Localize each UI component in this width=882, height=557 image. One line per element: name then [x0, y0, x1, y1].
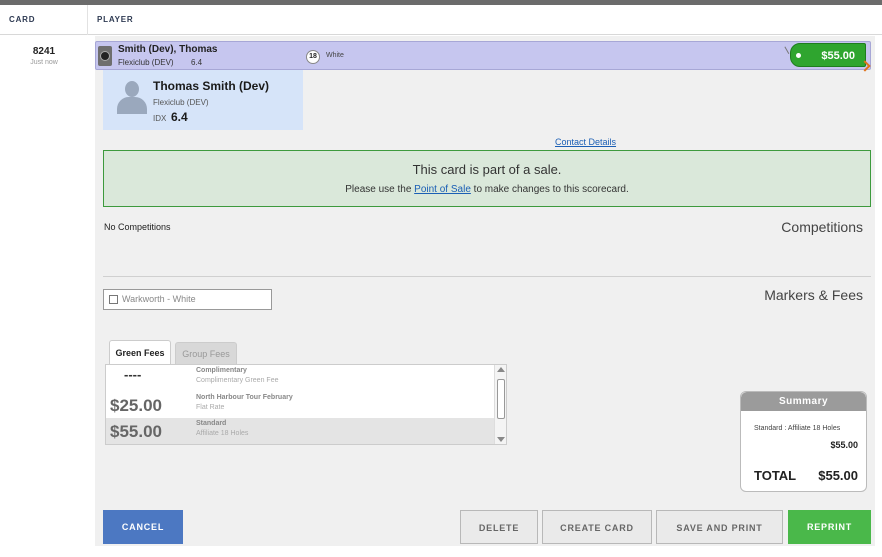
- fee-price: $25.00: [110, 396, 162, 415]
- card-column: 8241 Just now: [0, 36, 95, 557]
- markers-fees-title: Markers & Fees: [764, 287, 863, 303]
- section-divider: [103, 276, 871, 277]
- competitions-title: Competitions: [781, 219, 863, 235]
- sale-notice-prefix: Please use the: [345, 184, 415, 195]
- scroll-down-icon[interactable]: [497, 437, 505, 442]
- table-header: CARD PLAYER: [0, 5, 882, 35]
- player-row-name: Smith (Dev), Thomas: [118, 44, 218, 55]
- fee-desc: Flat Rate: [196, 404, 225, 411]
- player-card-idx-value: 6.4: [171, 110, 188, 124]
- sale-notice-title: This card is part of a sale.: [412, 162, 562, 177]
- create-card-button[interactable]: CREATE CARD: [542, 510, 652, 544]
- scorecard-panel: Smith (Dev), Thomas Flexiclub (DEV) 6.4 …: [95, 36, 875, 546]
- tag-corner-icon: [859, 60, 871, 72]
- marker-select[interactable]: Warkworth - White: [103, 289, 272, 310]
- price-tag[interactable]: $55.00: [790, 43, 871, 72]
- sale-notice-suffix: to make changes to this scorecard.: [470, 184, 629, 195]
- fee-item-north-harbour[interactable]: $25.00 North Harbour Tour February Flat …: [106, 392, 494, 419]
- player-row[interactable]: Smith (Dev), Thomas Flexiclub (DEV) 6.4 …: [95, 41, 871, 72]
- marker-label: Warkworth - White: [122, 294, 196, 304]
- no-competitions-text: No Competitions: [104, 222, 171, 232]
- tee-label: White: [326, 52, 344, 59]
- fee-price: ----: [124, 367, 142, 382]
- golf-ball-icon: [98, 46, 112, 66]
- summary-total-value: $55.00: [818, 468, 858, 483]
- player-column-header: PLAYER: [97, 15, 134, 24]
- summary-total-label: TOTAL: [754, 468, 797, 483]
- price-tag-value: $55.00: [821, 50, 855, 62]
- fee-list-scrollbar[interactable]: [494, 365, 506, 444]
- header-divider: [87, 5, 88, 35]
- fee-price: $55.00: [110, 422, 162, 441]
- scroll-up-icon[interactable]: [497, 367, 505, 372]
- marker-checkbox[interactable]: [109, 295, 118, 304]
- avatar-icon: [115, 80, 149, 114]
- card-time: Just now: [30, 59, 58, 66]
- contact-details-link[interactable]: Contact Details: [555, 137, 616, 147]
- player-row-club: Flexiclub (DEV): [118, 58, 174, 67]
- player-card-idx-label: IDX: [153, 114, 167, 123]
- player-card-name: Thomas Smith (Dev): [153, 79, 270, 93]
- sale-notice-text: Please use the Point of Sale to make cha…: [104, 184, 870, 195]
- tab-green-fees[interactable]: Green Fees: [109, 340, 171, 365]
- summary-line: Standard : Affiliate 18 Holes: [754, 425, 841, 432]
- tab-group-fees[interactable]: Group Fees: [175, 342, 237, 365]
- sale-notice: This card is part of a sale. Please use …: [103, 150, 871, 207]
- save-and-print-button[interactable]: SAVE AND PRINT: [656, 510, 783, 544]
- card-column-header: CARD: [9, 15, 36, 24]
- card-number[interactable]: 8241: [0, 46, 88, 57]
- fee-name: Standard: [196, 420, 227, 427]
- summary-title: Summary: [741, 392, 866, 411]
- fee-item-complimentary[interactable]: ---- Complimentary Complimentary Green F…: [106, 365, 494, 392]
- cancel-button[interactable]: CANCEL: [103, 510, 183, 544]
- fee-desc: Affiliate 18 Holes: [196, 430, 249, 437]
- fee-desc: Complimentary Green Fee: [196, 377, 279, 384]
- fee-name: Complimentary: [196, 367, 247, 374]
- fee-name: North Harbour Tour February: [196, 394, 293, 401]
- player-card-club: Flexiclub (DEV): [153, 98, 209, 107]
- holes-badge: 18: [306, 50, 320, 64]
- fee-item-standard[interactable]: $55.00 Standard Affiliate 18 Holes: [106, 418, 494, 444]
- summary-panel: Summary Standard : Affiliate 18 Holes $5…: [740, 391, 867, 492]
- delete-button[interactable]: DELETE: [460, 510, 538, 544]
- player-card: Thomas Smith (Dev) Flexiclub (DEV) IDX 6…: [103, 70, 303, 130]
- tag-hole-icon: [796, 53, 801, 58]
- scroll-thumb[interactable]: [497, 379, 505, 419]
- summary-line-price: $55.00: [830, 440, 858, 450]
- reprint-button[interactable]: REPRINT: [788, 510, 871, 544]
- point-of-sale-link[interactable]: Point of Sale: [414, 184, 471, 195]
- fee-list: ---- Complimentary Complimentary Green F…: [105, 364, 507, 445]
- player-row-index: 6.4: [191, 58, 203, 67]
- right-edge: [875, 36, 882, 557]
